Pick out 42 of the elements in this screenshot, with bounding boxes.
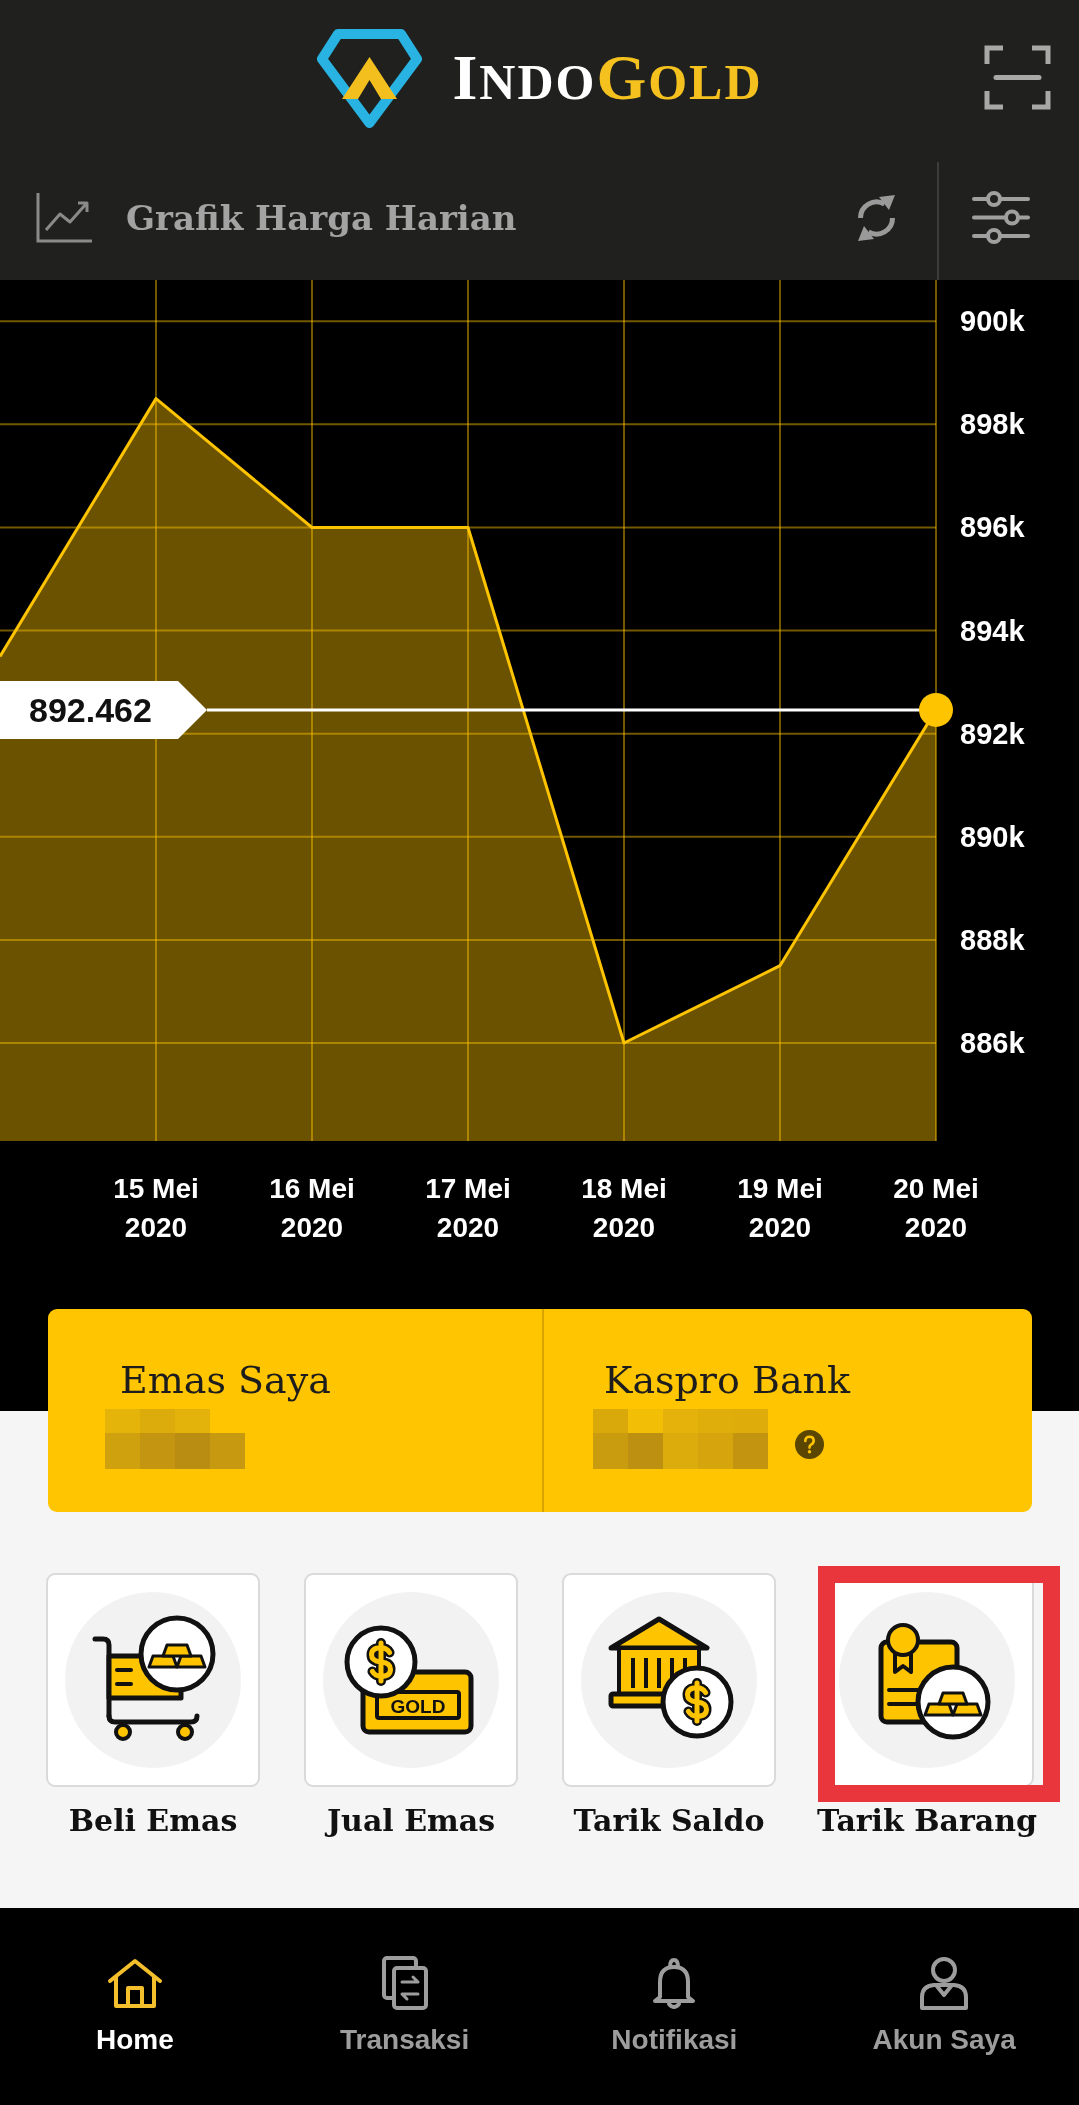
y-axis-label: 896k [960, 511, 1025, 544]
action-tile[interactable] [562, 1573, 776, 1787]
action-tile[interactable]: GOLD [304, 1573, 518, 1787]
card-title: Kaspro Bank [604, 1357, 851, 1403]
nav-tab[interactable]: Home [95, 1908, 174, 2056]
action-tile[interactable] [46, 1573, 260, 1787]
dollar-coin-icon [344, 1625, 418, 1699]
x-axis-label: 19 Mei 2020 [736, 1172, 824, 1245]
nav-tab[interactable]: Notifikasi [611, 1908, 738, 2056]
current-price-tag: 892.462 [0, 680, 207, 739]
card-title: Emas Saya [120, 1357, 331, 1403]
action-label: Beli Emas [68, 1803, 238, 1839]
action-label: Jual Emas [326, 1803, 496, 1839]
line-chart-icon [36, 192, 93, 243]
sliders-icon[interactable] [972, 191, 1030, 244]
x-axis-label: 15 Mei 2020 [112, 1172, 200, 1245]
ingot-label: GOLD [390, 1695, 446, 1717]
chart-title: Grafik Harga Harian [126, 197, 517, 238]
y-axis-label: 894k [960, 614, 1025, 647]
nav-tab[interactable]: Akun Saya [872, 1908, 1016, 2056]
logo-wordmark: INDOGOLD [452, 45, 763, 110]
dollar-coin-icon [660, 1665, 734, 1739]
x-axis-label: 18 Mei 2020 [580, 1172, 668, 1245]
action-label: Tarik Barang [816, 1803, 1038, 1839]
ref-line-label: 892.462 [29, 690, 152, 729]
y-axis-label: 890k [960, 820, 1025, 853]
x-axis-label: 20 Mei 2020 [892, 1172, 980, 1245]
nav-tab[interactable]: Transaksi [340, 1908, 470, 2056]
action-label: Tarik Saldo [573, 1803, 765, 1839]
ingot-badge-icon [915, 1664, 991, 1740]
scan-icon[interactable] [984, 45, 1051, 110]
x-axis-label: 16 Mei 2020 [268, 1172, 356, 1245]
y-axis-label: 892k [960, 717, 1025, 750]
y-axis-label: 888k [960, 923, 1025, 956]
ingot-badge-icon [138, 1615, 216, 1693]
y-axis-label: 900k [960, 305, 1025, 338]
current-price-marker [919, 692, 953, 727]
diamond-logo-icon [316, 27, 424, 128]
y-axis-label: 898k [960, 408, 1025, 441]
y-axis-label: 886k [960, 1027, 1025, 1060]
help-icon[interactable] [795, 1429, 824, 1459]
x-axis-label: 17 Mei 2020 [424, 1172, 512, 1245]
